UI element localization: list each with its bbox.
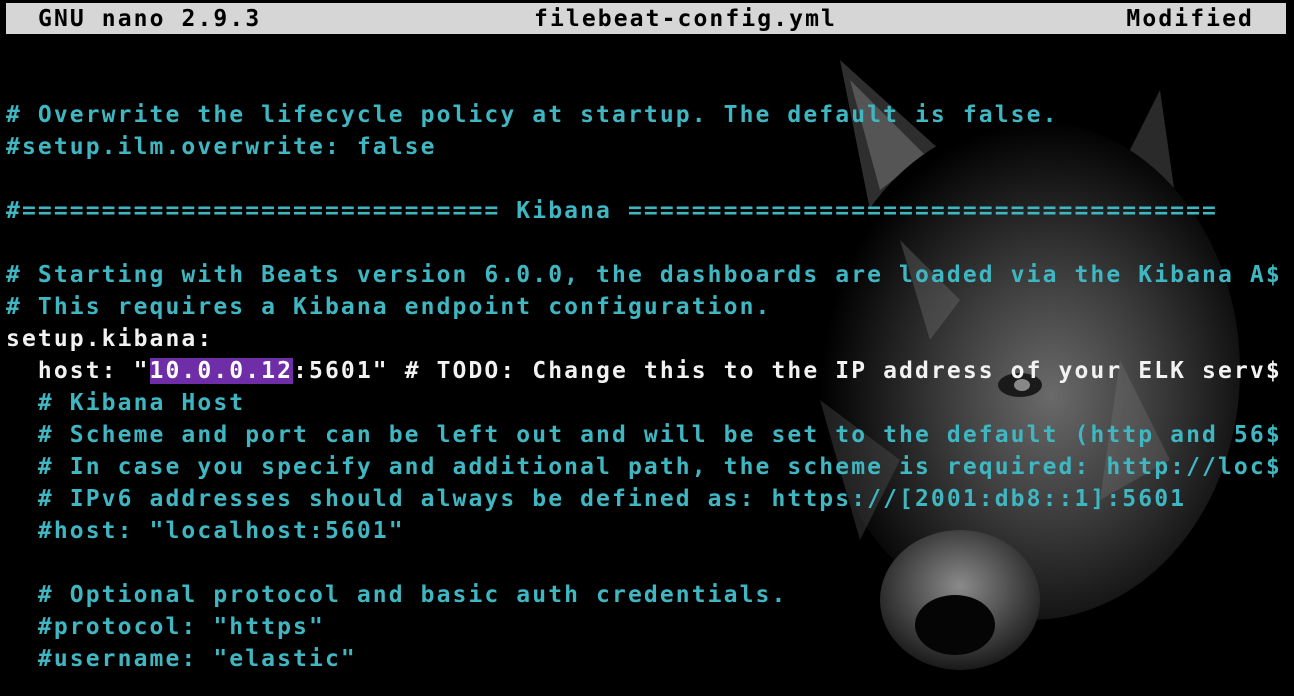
comment-line[interactable]: # Optional protocol and basic auth crede… xyxy=(6,579,1288,611)
comment-line[interactable]: # Starting with Beats version 6.0.0, the… xyxy=(6,259,1288,291)
editor-line-blank[interactable] xyxy=(6,67,1288,99)
app-version-label: GNU nano 2.9.3 xyxy=(38,6,262,32)
host-key: host: " xyxy=(6,358,150,384)
editor-line-blank[interactable] xyxy=(6,163,1288,195)
config-line[interactable]: #setup.ilm.overwrite: false xyxy=(6,131,1288,163)
editor-line-blank[interactable] xyxy=(6,547,1288,579)
comment-line[interactable]: # Overwrite the lifecycle policy at star… xyxy=(6,99,1288,131)
comment-line[interactable]: # Kibana Host xyxy=(6,387,1288,419)
modified-status: Modified xyxy=(1126,6,1254,32)
editor-line-blank[interactable] xyxy=(6,227,1288,259)
comment-line[interactable]: # IPv6 addresses should always be define… xyxy=(6,483,1288,515)
comment-line[interactable]: # This requires a Kibana endpoint config… xyxy=(6,291,1288,323)
config-line[interactable]: #host: "localhost:5601" xyxy=(6,515,1288,547)
terminal-window[interactable]: GNU nano 2.9.3 filebeat-config.yml Modif… xyxy=(0,0,1294,696)
comment-line[interactable]: # In case you specify and additional pat… xyxy=(6,451,1288,483)
config-line[interactable]: #username: "elastic" xyxy=(6,643,1288,675)
comment-line[interactable]: # Scheme and port can be left out and wi… xyxy=(6,419,1288,451)
host-port-todo: :5601" # TODO: Change this to the IP add… xyxy=(293,358,1282,384)
host-config-line[interactable]: host: "10.0.0.12:5601" # TODO: Change th… xyxy=(6,355,1288,387)
filename-label: filebeat-config.yml xyxy=(534,6,837,32)
nano-title-bar: GNU nano 2.9.3 filebeat-config.yml Modif… xyxy=(6,3,1286,34)
setup-kibana-key[interactable]: setup.kibana: xyxy=(6,323,1288,355)
selected-ip-text[interactable]: 10.0.0.12 xyxy=(149,358,294,384)
config-line[interactable]: #protocol: "https" xyxy=(6,611,1288,643)
editor-text-area[interactable]: # Overwrite the lifecycle policy at star… xyxy=(6,67,1288,675)
section-header-kibana[interactable]: #============================== Kibana =… xyxy=(6,195,1288,227)
